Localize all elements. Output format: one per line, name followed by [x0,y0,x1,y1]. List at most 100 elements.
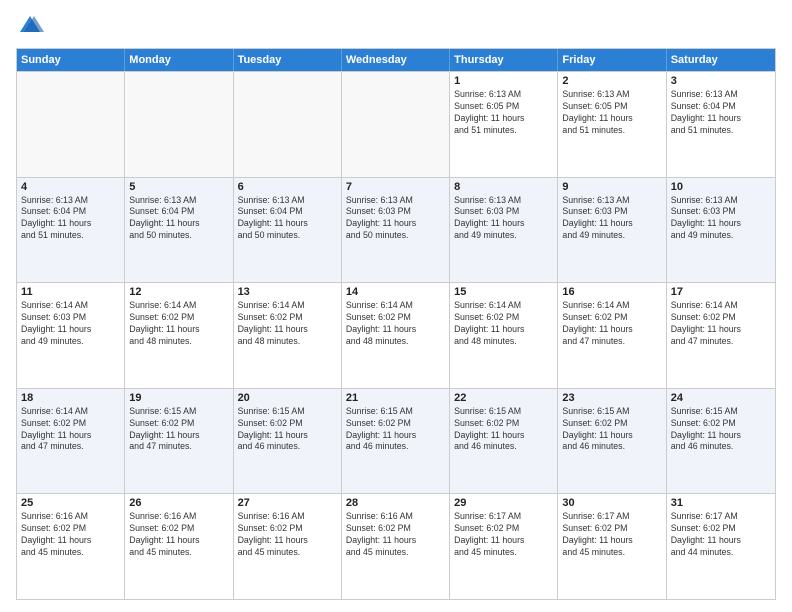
calendar-cell: 11 Sunrise: 6:14 AM Sunset: 6:03 PM Dayli… [17,283,125,388]
day-info: Sunrise: 6:14 AM Sunset: 6:02 PM Dayligh… [129,300,228,348]
day-info: Sunrise: 6:14 AM Sunset: 6:02 PM Dayligh… [346,300,445,348]
calendar-cell: 4 Sunrise: 6:13 AM Sunset: 6:04 PM Daylig… [17,178,125,283]
calendar-cell: 28Sunrise: 6:16 AM Sunset: 6:02 PM Dayli… [342,494,450,599]
day-number: 20 [238,392,337,404]
day-number: 15 [454,286,553,298]
header [16,12,776,40]
header-day-monday: Monday [125,49,233,71]
day-info: Sunrise: 6:13 AM Sunset: 6:04 PM Dayligh… [129,195,228,243]
calendar: SundayMondayTuesdayWednesdayThursdayFrid… [16,48,776,600]
day-number: 30 [562,497,661,509]
day-number: 16 [562,286,661,298]
day-info: Sunrise: 6:13 AM Sunset: 6:05 PM Dayligh… [562,89,661,137]
header-day-saturday: Saturday [667,49,775,71]
day-number: 10 [671,181,771,193]
day-info: Sunrise: 6:13 AM Sunset: 6:03 PM Dayligh… [454,195,553,243]
day-number: 7 [346,181,445,193]
day-number: 31 [671,497,771,509]
calendar-cell: 7 Sunrise: 6:13 AM Sunset: 6:03 PM Daylig… [342,178,450,283]
calendar-cell: 22Sunrise: 6:15 AM Sunset: 6:02 PM Dayli… [450,389,558,494]
day-info: Sunrise: 6:13 AM Sunset: 6:04 PM Dayligh… [238,195,337,243]
day-info: Sunrise: 6:15 AM Sunset: 6:02 PM Dayligh… [671,406,771,454]
calendar-cell: 6 Sunrise: 6:13 AM Sunset: 6:04 PM Daylig… [234,178,342,283]
calendar-cell: 3 Sunrise: 6:13 AM Sunset: 6:04 PM Daylig… [667,72,775,177]
calendar-cell: 27 Sunrise: 6:16 AM Sunset: 6:02 PM Dayli… [234,494,342,599]
calendar-cell: 24 Sunrise: 6:15 AM Sunset: 6:02 PM Dayli… [667,389,775,494]
day-number: 27 [238,497,337,509]
header-day-friday: Friday [558,49,666,71]
day-number: 12 [129,286,228,298]
calendar-cell: 21 Sunrise: 6:15 AM Sunset: 6:02 PM Dayli… [342,389,450,494]
calendar-cell [17,72,125,177]
day-number: 5 [129,181,228,193]
calendar-cell: 14 Sunrise: 6:14 AM Sunset: 6:02 PM Dayli… [342,283,450,388]
day-info: Sunrise: 6:14 AM Sunset: 6:02 PM Dayligh… [238,300,337,348]
day-info: Sunrise: 6:17 AM Sunset: 6:02 PM Dayligh… [671,511,771,559]
calendar-body: 1Sunrise: 6:13 AM Sunset: 6:05 PM Daylig… [17,71,775,599]
day-number: 13 [238,286,337,298]
header-day-thursday: Thursday [450,49,558,71]
day-number: 19 [129,392,228,404]
day-number: 24 [671,392,771,404]
day-number: 4 [21,181,120,193]
day-number: 18 [21,392,120,404]
calendar-cell: 17Sunrise: 6:14 AM Sunset: 6:02 PM Dayli… [667,283,775,388]
day-number: 11 [21,286,120,298]
day-info: Sunrise: 6:14 AM Sunset: 6:03 PM Dayligh… [21,300,120,348]
day-info: Sunrise: 6:17 AM Sunset: 6:02 PM Dayligh… [454,511,553,559]
calendar-row-1: 1Sunrise: 6:13 AM Sunset: 6:05 PM Daylig… [17,71,775,177]
calendar-cell: 12 Sunrise: 6:14 AM Sunset: 6:02 PM Dayli… [125,283,233,388]
day-info: Sunrise: 6:17 AM Sunset: 6:02 PM Dayligh… [562,511,661,559]
day-number: 21 [346,392,445,404]
day-info: Sunrise: 6:16 AM Sunset: 6:02 PM Dayligh… [238,511,337,559]
day-number: 17 [671,286,771,298]
calendar-cell: 2 Sunrise: 6:13 AM Sunset: 6:05 PM Daylig… [558,72,666,177]
day-info: Sunrise: 6:13 AM Sunset: 6:04 PM Dayligh… [671,89,771,137]
calendar-cell: 19 Sunrise: 6:15 AM Sunset: 6:02 PM Dayli… [125,389,233,494]
day-number: 23 [562,392,661,404]
calendar-cell: 23Sunrise: 6:15 AM Sunset: 6:02 PM Dayli… [558,389,666,494]
calendar-cell: 9 Sunrise: 6:13 AM Sunset: 6:03 PM Daylig… [558,178,666,283]
day-number: 2 [562,75,661,87]
calendar-cell: 29 Sunrise: 6:17 AM Sunset: 6:02 PM Dayli… [450,494,558,599]
calendar-header: SundayMondayTuesdayWednesdayThursdayFrid… [17,49,775,71]
calendar-cell: 5 Sunrise: 6:13 AM Sunset: 6:04 PM Daylig… [125,178,233,283]
day-info: Sunrise: 6:15 AM Sunset: 6:02 PM Dayligh… [129,406,228,454]
day-info: Sunrise: 6:13 AM Sunset: 6:03 PM Dayligh… [562,195,661,243]
day-info: Sunrise: 6:14 AM Sunset: 6:02 PM Dayligh… [454,300,553,348]
day-info: Sunrise: 6:16 AM Sunset: 6:02 PM Dayligh… [129,511,228,559]
calendar-row-5: 25 Sunrise: 6:16 AM Sunset: 6:02 PM Dayli… [17,493,775,599]
day-info: Sunrise: 6:13 AM Sunset: 6:05 PM Dayligh… [454,89,553,137]
calendar-cell: 10Sunrise: 6:13 AM Sunset: 6:03 PM Dayli… [667,178,775,283]
calendar-row-2: 4 Sunrise: 6:13 AM Sunset: 6:04 PM Daylig… [17,177,775,283]
day-number: 22 [454,392,553,404]
calendar-cell: 30 Sunrise: 6:17 AM Sunset: 6:02 PM Dayli… [558,494,666,599]
calendar-cell: 31 Sunrise: 6:17 AM Sunset: 6:02 PM Dayli… [667,494,775,599]
header-day-tuesday: Tuesday [234,49,342,71]
calendar-cell [125,72,233,177]
day-number: 9 [562,181,661,193]
day-info: Sunrise: 6:13 AM Sunset: 6:04 PM Dayligh… [21,195,120,243]
calendar-cell: 18Sunrise: 6:14 AM Sunset: 6:02 PM Dayli… [17,389,125,494]
day-number: 25 [21,497,120,509]
day-number: 3 [671,75,771,87]
day-number: 14 [346,286,445,298]
day-info: Sunrise: 6:16 AM Sunset: 6:02 PM Dayligh… [21,511,120,559]
day-info: Sunrise: 6:15 AM Sunset: 6:02 PM Dayligh… [346,406,445,454]
calendar-cell: 8 Sunrise: 6:13 AM Sunset: 6:03 PM Daylig… [450,178,558,283]
day-info: Sunrise: 6:15 AM Sunset: 6:02 PM Dayligh… [238,406,337,454]
page: SundayMondayTuesdayWednesdayThursdayFrid… [0,0,792,612]
day-info: Sunrise: 6:16 AM Sunset: 6:02 PM Dayligh… [346,511,445,559]
header-day-sunday: Sunday [17,49,125,71]
calendar-row-3: 11 Sunrise: 6:14 AM Sunset: 6:03 PM Dayli… [17,282,775,388]
calendar-cell: 13 Sunrise: 6:14 AM Sunset: 6:02 PM Dayli… [234,283,342,388]
logo-icon [16,12,44,40]
day-number: 29 [454,497,553,509]
day-number: 8 [454,181,553,193]
calendar-cell: 25 Sunrise: 6:16 AM Sunset: 6:02 PM Dayli… [17,494,125,599]
calendar-cell: 20 Sunrise: 6:15 AM Sunset: 6:02 PM Dayli… [234,389,342,494]
calendar-cell [342,72,450,177]
day-info: Sunrise: 6:13 AM Sunset: 6:03 PM Dayligh… [346,195,445,243]
logo [16,12,48,40]
day-number: 6 [238,181,337,193]
